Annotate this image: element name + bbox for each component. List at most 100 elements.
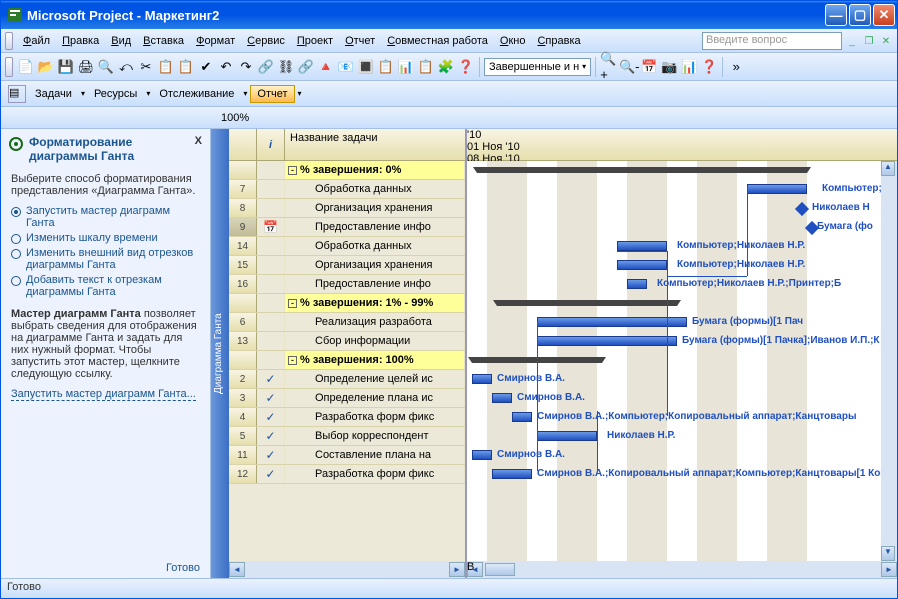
view-Ресурсы[interactable]: Ресурсы <box>88 86 143 102</box>
toolbar-button[interactable]: ↷ <box>237 58 255 76</box>
group-row[interactable]: -% завершения: 0% <box>285 161 465 179</box>
menu-Окно[interactable]: Окно <box>494 33 532 49</box>
task-bar[interactable] <box>472 374 492 384</box>
radio-option[interactable]: Добавить текст к отрезкам диаграммы Гант… <box>11 274 200 298</box>
menu-Сервис[interactable]: Сервис <box>241 33 291 49</box>
filter-combo[interactable]: Завершенные и н▾ <box>484 58 591 76</box>
toolbar-button[interactable]: 🔺 <box>317 58 335 76</box>
row-header[interactable] <box>229 351 257 369</box>
task-name-cell[interactable]: Реализация разработа <box>285 313 465 331</box>
toolbar-button[interactable]: 🖨 <box>77 58 95 76</box>
toolbar-button[interactable]: 🔳 <box>357 58 375 76</box>
indicators-column-header[interactable]: i <box>257 129 285 160</box>
zoom-button[interactable]: 🔍- <box>620 58 638 76</box>
task-bar[interactable] <box>617 241 667 251</box>
zoom-button[interactable]: 📷 <box>660 58 678 76</box>
menubar-grip[interactable] <box>5 32 13 50</box>
group-row[interactable]: -% завершения: 100% <box>285 351 465 369</box>
row-header[interactable]: 6 <box>229 313 257 331</box>
radio-button[interactable] <box>11 234 21 244</box>
radio-option[interactable]: Изменить внешний вид отрезков диаграммы … <box>11 247 200 271</box>
toolbar-button[interactable]: ⛓ <box>277 58 295 76</box>
zoom-button[interactable]: 📅 <box>640 58 658 76</box>
toolbar-button[interactable]: ⤺ <box>117 58 135 76</box>
row-header[interactable] <box>229 161 257 179</box>
row-header[interactable]: 15 <box>229 256 257 274</box>
view-dropdown[interactable]: ▾ <box>295 89 305 98</box>
toolbar-button[interactable]: ❓ <box>457 58 475 76</box>
grid-hscroll[interactable]: ◄► <box>229 561 465 578</box>
radio-button[interactable] <box>11 207 21 217</box>
task-bar[interactable] <box>627 279 647 289</box>
toolbar-button[interactable]: 💾 <box>57 58 75 76</box>
view-dropdown[interactable]: ▾ <box>78 89 88 98</box>
toolbar-button[interactable]: 🔍 <box>97 58 115 76</box>
toolbar-button[interactable]: 📧 <box>337 58 355 76</box>
task-name-cell[interactable]: Определение плана ис <box>285 389 465 407</box>
pane-ready-link[interactable]: Готово <box>1 558 210 578</box>
summary-bar[interactable] <box>477 167 807 173</box>
task-name-cell[interactable]: Разработка форм фикс <box>285 408 465 426</box>
task-name-cell[interactable]: Обработка данных <box>285 237 465 255</box>
maximize-button[interactable]: ▢ <box>849 4 871 26</box>
toolbar-button[interactable]: ↶ <box>217 58 235 76</box>
menu-Проект[interactable]: Проект <box>291 33 339 49</box>
radio-option[interactable]: Изменить шкалу времени <box>11 232 200 244</box>
view-Задачи[interactable]: Задачи <box>29 86 78 102</box>
row-header[interactable]: 9 <box>229 218 257 236</box>
pane-close[interactable]: X <box>195 135 202 147</box>
radio-button[interactable] <box>11 249 21 259</box>
menu-Формат[interactable]: Формат <box>190 33 241 49</box>
zoom-button[interactable]: ❓ <box>700 58 718 76</box>
toolbar-button[interactable]: 📄 <box>17 58 35 76</box>
toolbar-button[interactable]: 📋 <box>157 58 175 76</box>
toolbar-button[interactable]: 🔗 <box>297 58 315 76</box>
row-header[interactable]: 16 <box>229 275 257 293</box>
zoom-button[interactable]: 📊 <box>680 58 698 76</box>
menu-Файл[interactable]: Файл <box>17 33 56 49</box>
task-name-cell[interactable]: Составление плана на <box>285 446 465 464</box>
task-name-column-header[interactable]: Название задачи <box>285 129 465 160</box>
toolbar-button[interactable]: 📂 <box>37 58 55 76</box>
toolbar-button[interactable]: 📋 <box>177 58 195 76</box>
row-header[interactable]: 2 <box>229 370 257 388</box>
gantt-vscroll[interactable]: ▲ ▼ <box>881 161 897 561</box>
menu-Вид[interactable]: Вид <box>105 33 137 49</box>
toolbar-grip[interactable] <box>5 57 13 77</box>
view-tab-gantt[interactable]: Диаграмма Ганта <box>211 129 229 578</box>
menu-Совместная работа[interactable]: Совместная работа <box>381 33 494 49</box>
toolbar-button[interactable]: 📋 <box>377 58 395 76</box>
task-bar[interactable] <box>512 412 532 422</box>
task-name-cell[interactable]: Предоставление инфо <box>285 275 465 293</box>
view-dropdown[interactable]: ▾ <box>143 89 153 98</box>
timescale-header[interactable]: '1001 Ноя '1008 Ноя '1015 Ноя '1022 Ноя … <box>467 129 897 161</box>
task-bar[interactable] <box>537 336 677 346</box>
view-dropdown[interactable]: ▾ <box>240 89 250 98</box>
view-Отслеживание[interactable]: Отслеживание <box>153 86 240 102</box>
help-search-input[interactable]: Введите вопрос <box>702 32 842 50</box>
toolbar-button[interactable]: 📋 <box>417 58 435 76</box>
menu-Справка[interactable]: Справка <box>531 33 586 49</box>
task-bar[interactable] <box>617 260 667 270</box>
task-bar[interactable] <box>537 317 687 327</box>
menu-Отчет[interactable]: Отчет <box>339 33 381 49</box>
group-row[interactable]: -% завершения: 1% - 99% <box>285 294 465 312</box>
row-header[interactable]: 3 <box>229 389 257 407</box>
task-bar[interactable] <box>747 184 807 194</box>
row-header[interactable] <box>229 294 257 312</box>
wizard-launch-link[interactable]: Запустить мастер диаграмм Ганта... <box>11 388 196 401</box>
task-name-cell[interactable]: Разработка форм фикс <box>285 465 465 483</box>
radio-option[interactable]: Запустить мастер диаграмм Ганта <box>11 205 200 229</box>
task-name-cell[interactable]: Обработка данных <box>285 180 465 198</box>
grid-select-all[interactable] <box>229 129 257 160</box>
minimize-button[interactable]: — <box>825 4 847 26</box>
row-header[interactable]: 4 <box>229 408 257 426</box>
row-header[interactable]: 12 <box>229 465 257 483</box>
row-header[interactable]: 11 <box>229 446 257 464</box>
menu-Вставка[interactable]: Вставка <box>137 33 190 49</box>
summary-bar[interactable] <box>497 300 677 306</box>
close-button[interactable]: ✕ <box>873 4 895 26</box>
toolbar-button[interactable]: 🔗 <box>257 58 275 76</box>
toolbar-button[interactable]: ✂ <box>137 58 155 76</box>
zoom-button[interactable]: 🔍+ <box>600 58 618 76</box>
